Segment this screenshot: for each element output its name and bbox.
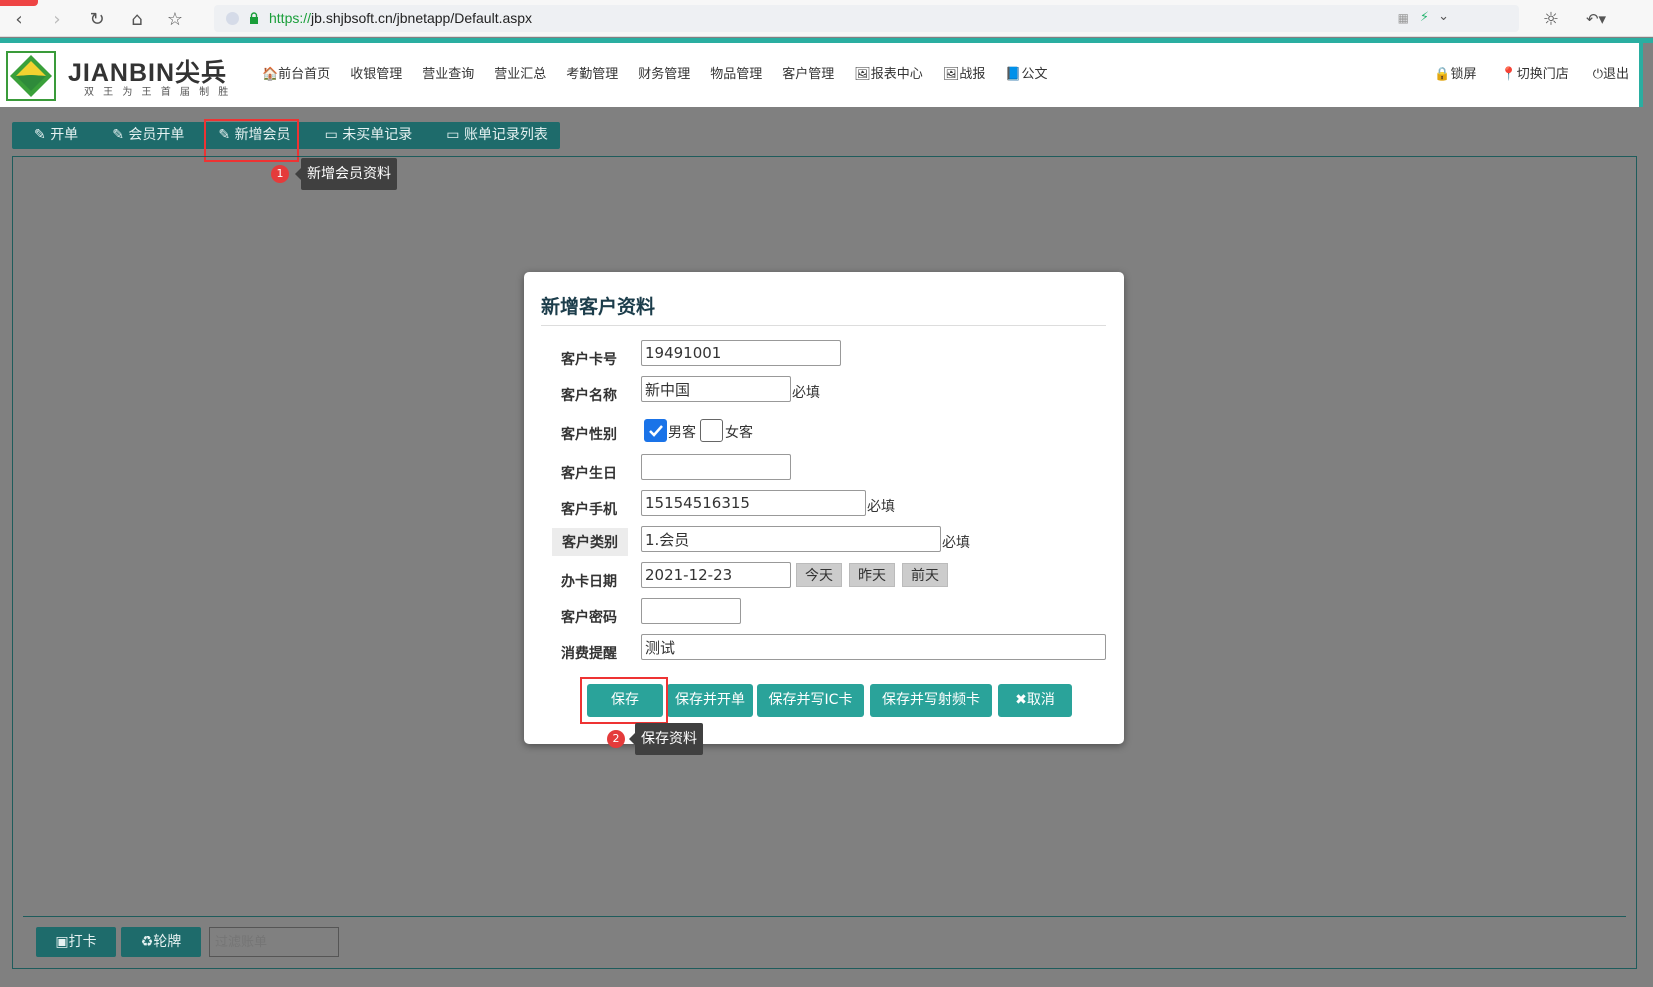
qr-icon[interactable]: ▦: [1398, 11, 1409, 25]
rotate-label: 轮牌: [153, 934, 182, 950]
label-birthday: 客户生日: [561, 466, 617, 482]
nav-business-query[interactable]: 营业查询: [422, 63, 474, 82]
tab-label: 会员开单: [128, 127, 185, 143]
lock-icon: [250, 12, 258, 24]
name-required: 必填: [792, 385, 820, 401]
phone-required: 必填: [867, 499, 895, 515]
bookmark-star-icon[interactable]: ☆: [162, 6, 188, 32]
browser-toolbar: ‹ › ↻ ⌂ ☆ https://jb.shjbsoft.cn/jbnetap…: [0, 0, 1653, 37]
phone-input[interactable]: [641, 490, 866, 516]
label-phone: 客户手机: [561, 502, 617, 518]
site-info-icon[interactable]: [226, 12, 239, 25]
logo-icon: [6, 51, 56, 101]
today-button[interactable]: 今天: [796, 563, 842, 587]
label-name: 客户名称: [561, 388, 617, 404]
dropdown-chevron-icon[interactable]: ⌄: [1438, 9, 1449, 24]
label-gender: 客户性别: [561, 427, 617, 443]
cancel-button[interactable]: ✖取消: [998, 684, 1072, 717]
nav-battle-report[interactable]: 🖼战报: [943, 63, 986, 82]
card-date-input[interactable]: [641, 562, 791, 588]
rotate-button[interactable]: ♻轮牌: [121, 927, 201, 957]
nav-finance[interactable]: 财务管理: [638, 63, 690, 82]
nav-customers[interactable]: 客户管理: [782, 63, 834, 82]
category-input[interactable]: [641, 526, 941, 552]
tab-bill-list[interactable]: ▭ 账单记录列表: [424, 122, 560, 149]
app-header: JIANBIN尖兵 双 王 为 王 首 届 制 胜 🏠前台首页 收银管理 营业查…: [0, 43, 1643, 107]
modal-title: 新增客户资料: [541, 292, 1106, 326]
female-checkbox[interactable]: [700, 419, 723, 442]
reload-icon[interactable]: ↻: [84, 6, 110, 32]
label-password: 客户密码: [561, 610, 617, 626]
label-card-no: 客户卡号: [561, 352, 617, 368]
lock-screen-link[interactable]: 🔒锁屏: [1434, 63, 1476, 82]
undo-icon[interactable]: ↶▾: [1578, 6, 1614, 32]
back-icon[interactable]: ‹: [6, 6, 32, 32]
password-input[interactable]: [641, 598, 741, 624]
save-and-write-ic-button[interactable]: 保存并写IC卡: [757, 684, 864, 717]
top-nav: 🏠前台首页 收银管理 营业查询 营业汇总 考勤管理 财务管理 物品管理 客户管理…: [262, 63, 1068, 82]
label-reminder: 消费提醒: [561, 646, 617, 662]
logout-link[interactable]: ⏻退出: [1593, 63, 1629, 82]
yesterday-button[interactable]: 昨天: [849, 563, 895, 587]
forward-icon[interactable]: ›: [44, 6, 70, 32]
save-and-open-button[interactable]: 保存并开单: [667, 684, 753, 717]
filter-bill-input[interactable]: [209, 927, 339, 957]
nav-cashier[interactable]: 收银管理: [350, 63, 402, 82]
footer-divider: [23, 916, 1626, 917]
nav-front-home[interactable]: 🏠前台首页: [262, 63, 330, 82]
day-before-yesterday-button[interactable]: 前天: [902, 563, 948, 587]
tab-label: 未买单记录: [342, 127, 413, 143]
nav-attendance[interactable]: 考勤管理: [566, 63, 618, 82]
male-checkbox[interactable]: [644, 419, 667, 442]
punch-card-label: 打卡: [68, 934, 97, 950]
tab-member-order[interactable]: ✎ 会员开单: [90, 122, 196, 149]
label-card-date: 办卡日期: [561, 574, 617, 590]
tab-label: 账单记录列表: [463, 127, 548, 143]
step-badge-2: 2: [607, 730, 625, 748]
tooltip-save: 保存资料: [629, 723, 703, 755]
nav-documents[interactable]: 📘公文: [1005, 63, 1047, 82]
punch-card-button[interactable]: ▣打卡: [36, 927, 116, 957]
category-required: 必填: [942, 535, 970, 551]
save-and-write-rf-button[interactable]: 保存并写射频卡: [870, 684, 992, 717]
female-label: 女客: [725, 425, 753, 441]
name-input[interactable]: [641, 376, 791, 402]
highlight-box-save: [580, 677, 668, 724]
address-bar[interactable]: https://jb.shjbsoft.cn/jbnetapp/Default.…: [214, 5, 1519, 32]
right-nav: 🔒锁屏 📍切换门店 ⏻退出: [1410, 63, 1629, 82]
home-icon[interactable]: ⌂: [124, 6, 150, 32]
tab-unpaid-records[interactable]: ▭ 未买单记录: [303, 122, 425, 149]
new-customer-modal: 新增客户资料 客户卡号 客户名称 必填 客户性别 男客 女客 客户生日 客户手机…: [524, 272, 1124, 744]
logo-slogan: 双 王 为 王 首 届 制 胜: [84, 87, 232, 98]
card-no-input[interactable]: [641, 340, 841, 366]
switch-store-link[interactable]: 📍切换门店: [1501, 63, 1569, 82]
nav-business-summary[interactable]: 营业汇总: [494, 63, 546, 82]
male-label: 男客: [668, 425, 696, 441]
brightness-icon[interactable]: ☼: [1538, 6, 1564, 32]
nav-goods[interactable]: 物品管理: [710, 63, 762, 82]
url-text: https://jb.shjbsoft.cn/jbnetapp/Default.…: [269, 10, 533, 26]
speed-icon[interactable]: ⚡: [1420, 10, 1429, 25]
check-icon: [648, 424, 663, 437]
tab-open-order[interactable]: ✎ 开单: [12, 122, 90, 149]
birthday-input[interactable]: [641, 454, 791, 480]
reminder-input[interactable]: [641, 634, 1106, 660]
nav-reports[interactable]: 🖼报表中心: [854, 63, 923, 82]
label-category: 客户类别: [552, 528, 628, 556]
tab-label: 开单: [50, 127, 79, 143]
